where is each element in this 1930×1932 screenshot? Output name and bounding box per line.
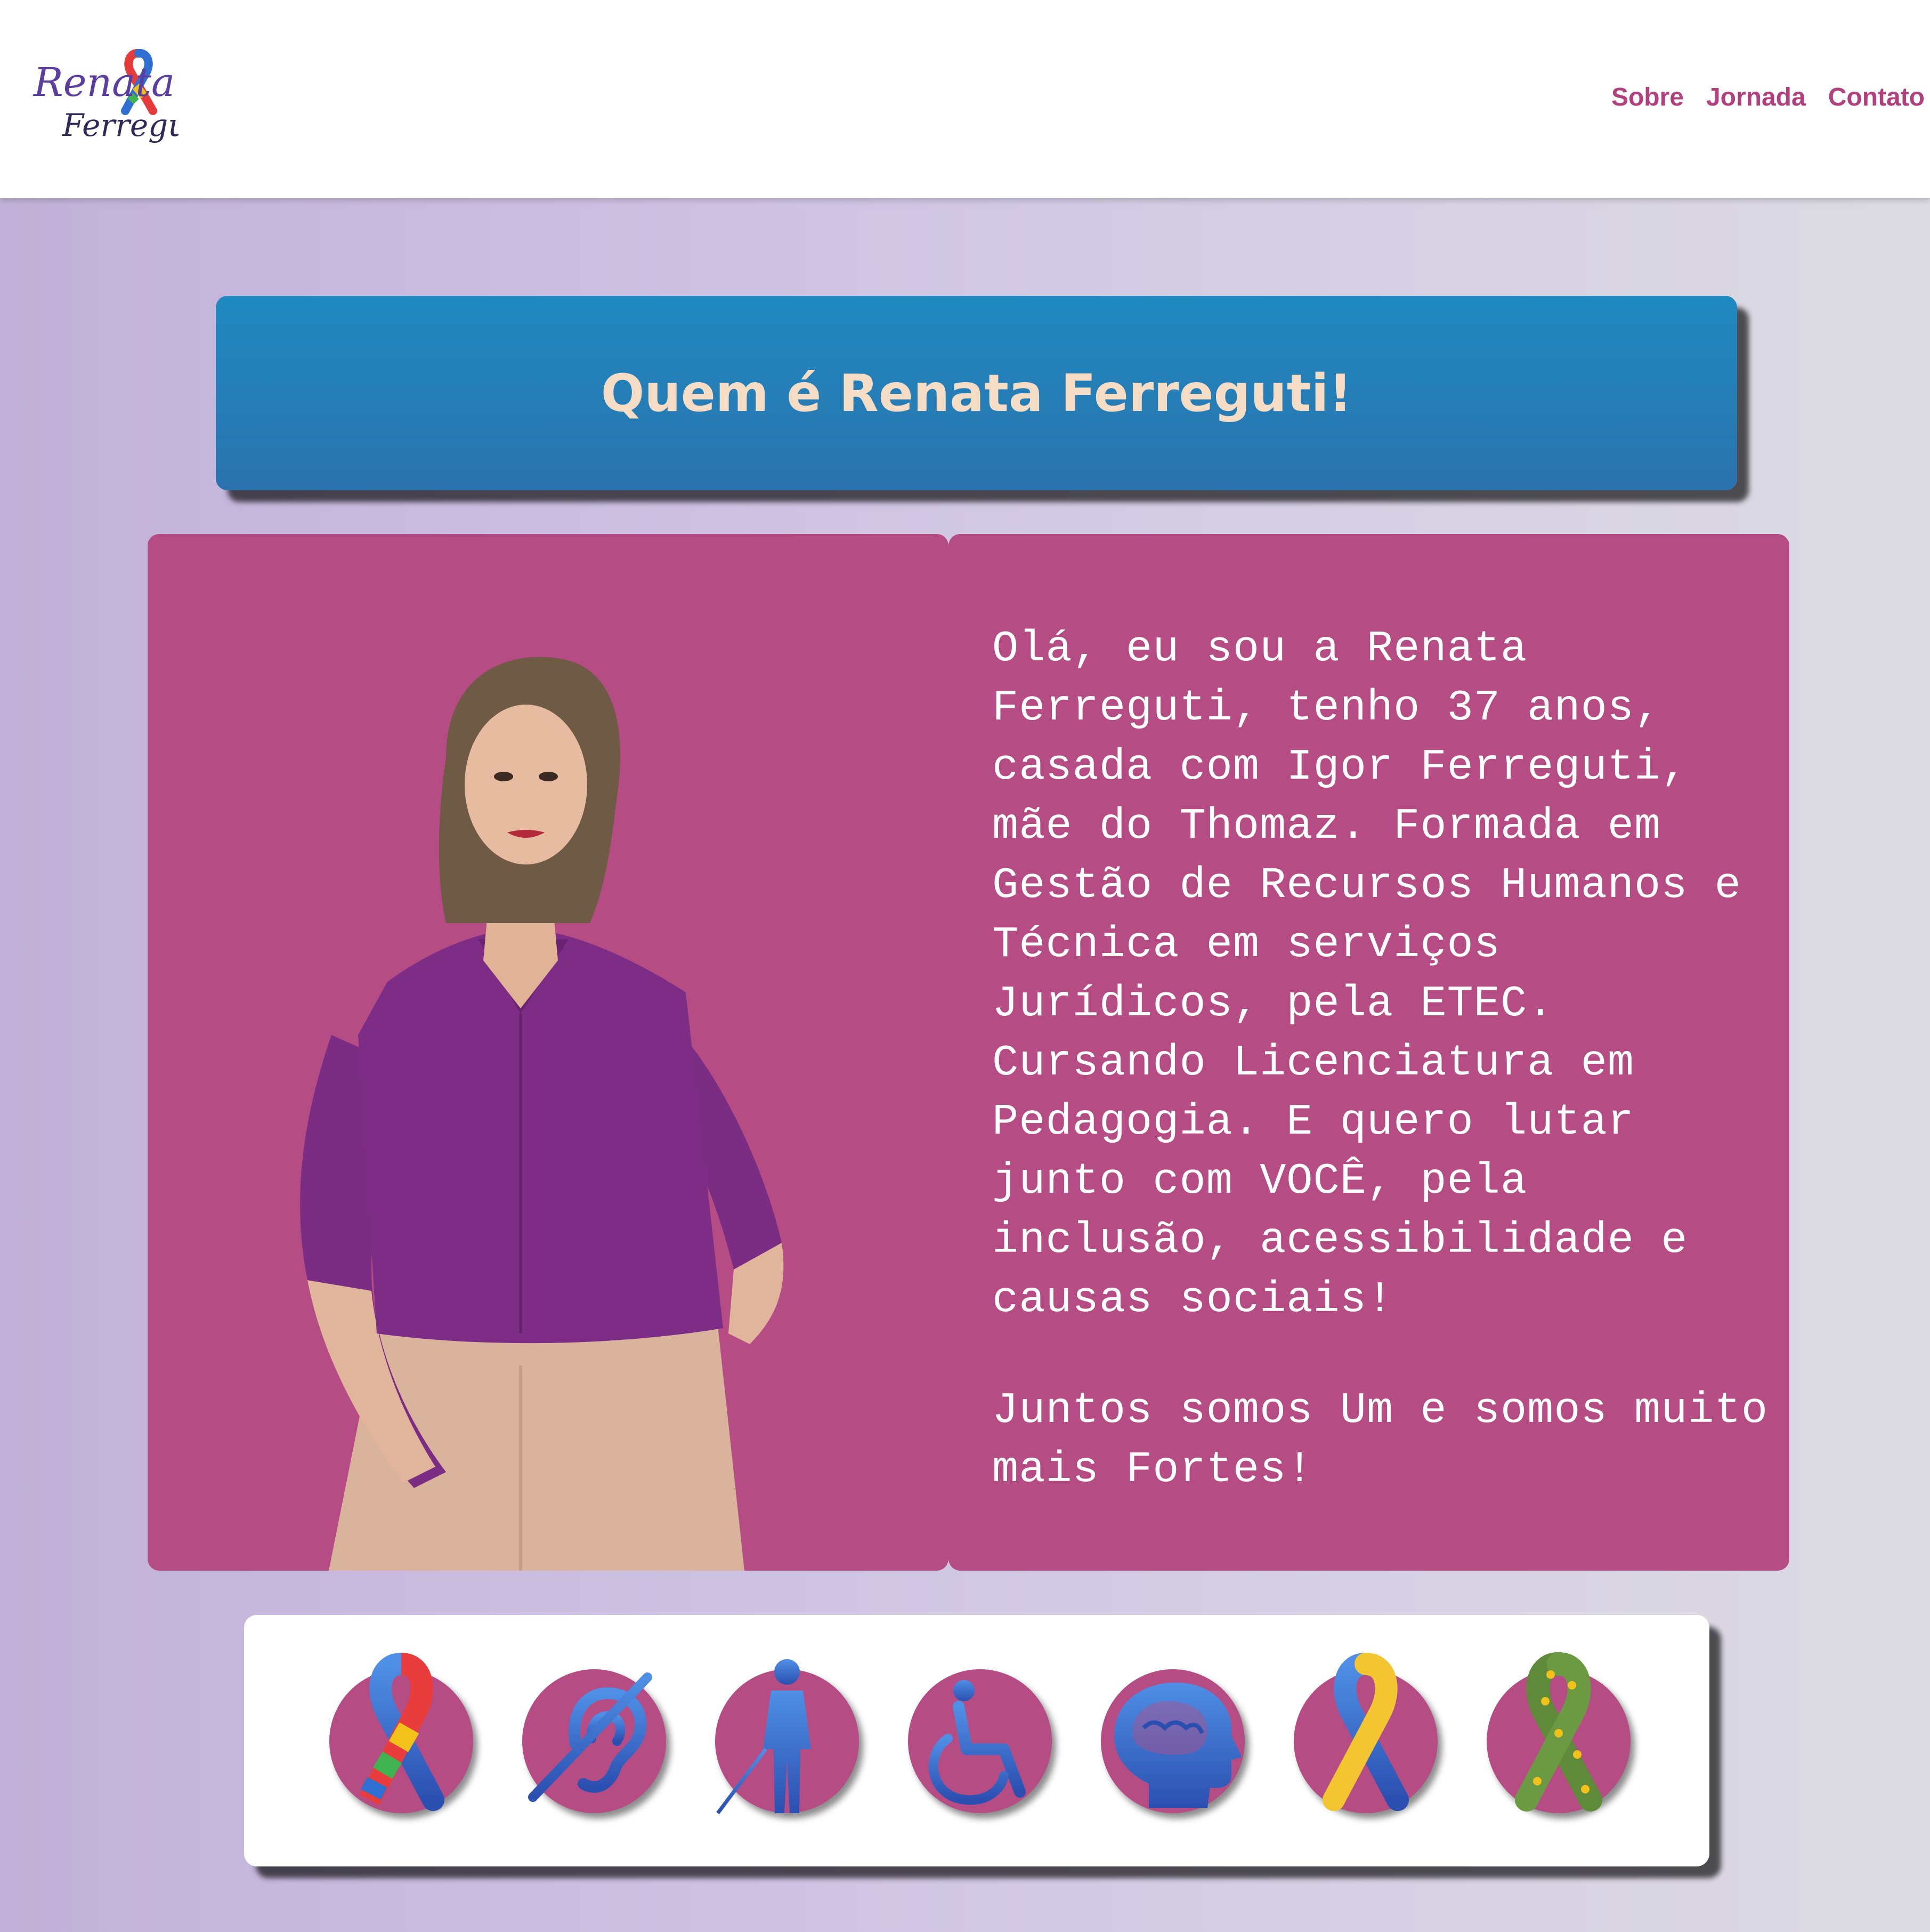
main-nav: Sobre Jornada Contato bbox=[1611, 83, 1925, 112]
bio-text: Olá, eu sou a Renata Ferreguti, tenho 37… bbox=[992, 619, 1781, 1499]
bio-panel: Olá, eu sou a Renata Ferreguti, tenho 37… bbox=[948, 534, 1789, 1571]
mental-health-brain-icon[interactable] bbox=[1101, 1669, 1245, 1813]
nav-contato[interactable]: Contato bbox=[1828, 83, 1925, 112]
portrait-photo bbox=[300, 657, 784, 1571]
photo-panel bbox=[148, 534, 948, 1571]
logo-line1: Renata bbox=[33, 60, 175, 106]
bio-paragraph-2: Juntos somos Um e somos muito mais Forte… bbox=[992, 1386, 1769, 1494]
wheelchair-icon[interactable] bbox=[908, 1669, 1052, 1813]
bio-paragraph-1: Olá, eu sou a Renata Ferreguti, tenho 37… bbox=[992, 624, 1741, 1324]
logo[interactable]: Renata Ferreguti bbox=[29, 43, 179, 155]
causes-card bbox=[244, 1615, 1709, 1866]
page-title: Quem é Renata Ferreguti! bbox=[601, 363, 1352, 423]
hearing-impairment-icon[interactable] bbox=[522, 1669, 666, 1813]
nav-sobre[interactable]: Sobre bbox=[1611, 83, 1684, 112]
site-header: Renata Ferreguti Sobre Jornada Contato bbox=[0, 0, 1930, 198]
down-syndrome-ribbon-icon[interactable] bbox=[1294, 1653, 1438, 1813]
nav-jornada[interactable]: Jornada bbox=[1706, 83, 1806, 112]
visual-impairment-icon[interactable] bbox=[715, 1659, 859, 1815]
autism-puzzle-ribbon-icon[interactable] bbox=[329, 1653, 473, 1813]
logo-line2: Ferreguti bbox=[62, 107, 179, 143]
title-banner: Quem é Renata Ferreguti! bbox=[216, 296, 1737, 490]
sunflower-ribbon-icon[interactable] bbox=[1487, 1652, 1631, 1813]
